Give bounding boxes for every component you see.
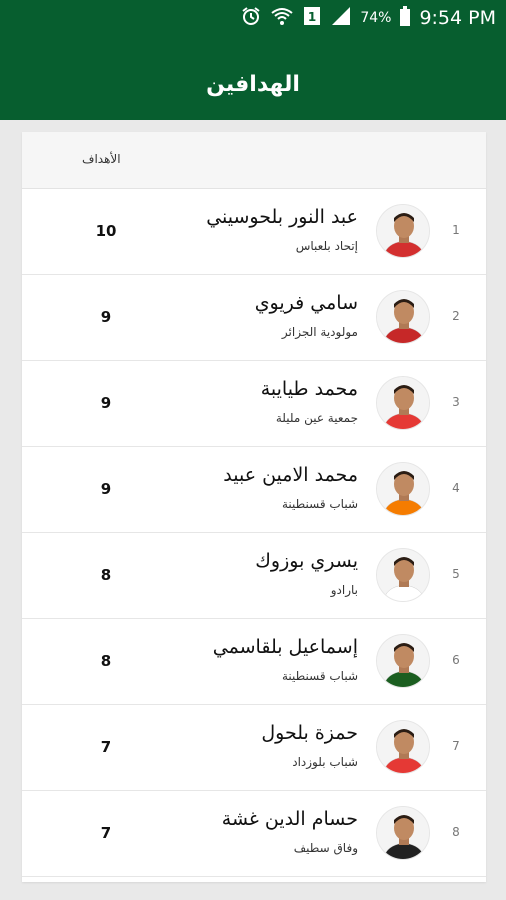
app-bar: الهدافين bbox=[0, 36, 506, 120]
table-header: الأهداف bbox=[22, 132, 486, 189]
status-icons: 1 74% 9:54 PM bbox=[240, 0, 496, 36]
player-avatar bbox=[376, 806, 430, 860]
table-row[interactable]: 6 إسماعيل بلقاسمي شباب قسنطينة 8 bbox=[22, 619, 486, 705]
scorers-table: الأهداف 1 عبد النور بلحوسيني إتحاد بلعباس 1… bbox=[22, 132, 486, 882]
goals-count: 9 bbox=[100, 308, 112, 326]
player-team: مولودية الجزائر bbox=[281, 325, 358, 339]
goals-count: 9 bbox=[100, 480, 112, 498]
svg-text:1: 1 bbox=[308, 10, 316, 24]
player-team: إتحاد بلعباس bbox=[295, 239, 358, 253]
alarm-icon bbox=[240, 5, 262, 31]
player-avatar bbox=[376, 376, 430, 430]
player-team: شباب قسنطينة bbox=[281, 497, 358, 511]
status-bar: 1 74% 9:54 PM bbox=[0, 0, 506, 36]
rank-number: 6 bbox=[452, 653, 460, 667]
goals-column-header: الأهداف bbox=[82, 152, 121, 166]
player-team: شباب بلوزداد bbox=[292, 755, 358, 769]
signal-icon bbox=[330, 5, 352, 31]
rank-number: 3 bbox=[452, 395, 460, 409]
battery-percent: 74% bbox=[360, 10, 392, 26]
player-avatar bbox=[376, 462, 430, 516]
rank-number: 2 bbox=[452, 309, 460, 323]
player-team: وفاق سطيف bbox=[293, 841, 358, 855]
player-avatar bbox=[376, 548, 430, 602]
table-row[interactable]: 5 يسري بوزوك بارادو 8 bbox=[22, 533, 486, 619]
table-row[interactable]: 3 محمد طيايبة جمعية عين مليلة 9 bbox=[22, 361, 486, 447]
rank-number: 1 bbox=[452, 223, 460, 237]
goals-count: 8 bbox=[100, 652, 112, 670]
player-team: جمعية عين مليلة bbox=[275, 411, 358, 425]
table-row[interactable]: 2 سامي فريوي مولودية الجزائر 9 bbox=[22, 275, 486, 361]
rank-number: 7 bbox=[452, 739, 460, 753]
rank-number: 4 bbox=[452, 481, 460, 495]
rank-number: 8 bbox=[452, 825, 460, 839]
table-row[interactable]: 8 حسام الدين غشة وفاق سطيف 7 bbox=[22, 791, 486, 877]
goals-count: 8 bbox=[100, 566, 112, 584]
page-title: الهدافين bbox=[206, 72, 300, 97]
sim-icon: 1 bbox=[302, 5, 322, 31]
goals-count: 9 bbox=[100, 394, 112, 412]
player-avatar bbox=[376, 634, 430, 688]
wifi-icon bbox=[270, 5, 294, 31]
rank-number: 5 bbox=[452, 567, 460, 581]
table-row[interactable]: 7 حمزة بلحول شباب بلوزداد 7 bbox=[22, 705, 486, 791]
table-row[interactable]: 1 عبد النور بلحوسيني إتحاد بلعباس 10 bbox=[22, 189, 486, 275]
clock-time: 9:54 PM bbox=[419, 7, 496, 29]
player-avatar bbox=[376, 204, 430, 258]
goals-count: 7 bbox=[100, 738, 112, 756]
player-avatar bbox=[376, 720, 430, 774]
battery-icon bbox=[399, 5, 411, 31]
player-team: شباب قسنطينة bbox=[281, 669, 358, 683]
player-team: بارادو bbox=[330, 583, 358, 597]
player-avatar bbox=[376, 290, 430, 344]
goals-count: 10 bbox=[95, 222, 117, 240]
goals-count: 7 bbox=[100, 824, 112, 842]
table-row[interactable]: 4 محمد الامين عبيد شباب قسنطينة 9 bbox=[22, 447, 486, 533]
